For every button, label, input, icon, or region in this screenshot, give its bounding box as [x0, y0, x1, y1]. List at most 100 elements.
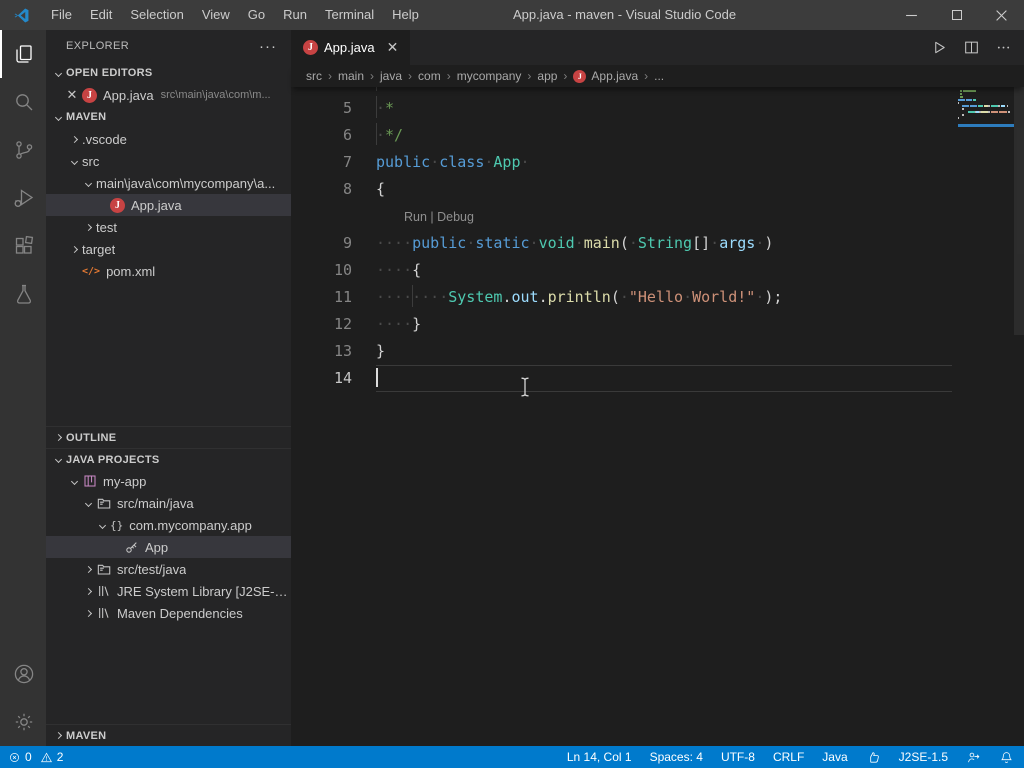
status-2[interactable]: 2	[40, 750, 64, 764]
code-line-8[interactable]: 8{	[291, 176, 1024, 203]
feedback-icon	[966, 750, 981, 765]
status-thumbsup[interactable]	[866, 750, 881, 765]
status-utf-8[interactable]: UTF-8	[721, 750, 755, 764]
maven-item-target[interactable]: target	[46, 238, 291, 260]
java-projects-header[interactable]: JAVA PROJECTS	[46, 448, 291, 470]
breadcrumb-[interactable]: ...	[654, 69, 664, 83]
close-window-button[interactable]	[979, 0, 1024, 30]
maven-item-test[interactable]: test	[46, 216, 291, 238]
outline-header[interactable]: OUTLINE	[46, 426, 291, 448]
chevron-down-icon	[55, 113, 62, 120]
code-line-12[interactable]: 12····}	[291, 311, 1024, 338]
chevron-right-icon	[84, 609, 91, 616]
java-projects-item-src-main-java[interactable]: src/main/java	[46, 492, 291, 514]
code-line-7[interactable]: 7public·class·App·	[291, 149, 1024, 176]
run-java-icon[interactable]	[926, 35, 952, 61]
status-spaces-4[interactable]: Spaces: 4	[650, 750, 703, 764]
breadcrumb-separator-icon: ›	[644, 69, 648, 83]
maven-item-vscode[interactable]: .vscode	[46, 128, 291, 150]
accounts-icon[interactable]	[0, 650, 46, 698]
line-number: 9	[291, 230, 376, 257]
breadcrumb-separator-icon: ›	[328, 69, 332, 83]
maven-panel-header[interactable]: MAVEN	[46, 724, 291, 746]
breadcrumb-app[interactable]: app	[537, 69, 557, 83]
maven-item-pom-xml[interactable]: </>pom.xml	[46, 260, 291, 282]
status-j2se-1-5[interactable]: J2SE-1.5	[899, 750, 948, 764]
minimize-button[interactable]	[889, 0, 934, 30]
sidebar-empty-space	[46, 624, 291, 724]
java-projects-item-src-test-java[interactable]: src/test/java	[46, 558, 291, 580]
code-line-content: ·*	[376, 95, 394, 122]
java-projects-item-my-app[interactable]: my-app	[46, 470, 291, 492]
more-actions-icon[interactable]	[990, 35, 1016, 61]
maven-folder-header[interactable]: MAVEN	[46, 106, 291, 128]
line-number: 7	[291, 149, 376, 176]
breadcrumb-app-java[interactable]: JApp.java	[573, 69, 638, 83]
java-file-icon: J	[82, 88, 97, 103]
status-bell[interactable]	[999, 750, 1014, 765]
menu-go[interactable]: Go	[239, 0, 274, 30]
explorer-more-actions-icon[interactable]: ···	[259, 38, 277, 55]
status-feedback[interactable]	[966, 750, 981, 765]
run-and-debug-icon[interactable]	[0, 174, 46, 222]
close-tab-icon[interactable]: ✕	[387, 39, 399, 56]
line-number: 8	[291, 176, 376, 203]
code-line-4[interactable]: 4·*·HELLO WORLD!	[291, 87, 1024, 95]
settings-icon[interactable]	[0, 698, 46, 746]
status-bar: 02 Ln 14, Col 1 Spaces: 4 UTF-8 CRLF Java J2S…	[0, 746, 1024, 768]
breadcrumb-main[interactable]: main	[338, 69, 364, 83]
status-ln-14-col-1[interactable]: Ln 14, Col 1	[567, 750, 632, 764]
java-projects-item-maven-dependencies[interactable]: Maven Dependencies	[46, 602, 291, 624]
search-icon[interactable]	[0, 78, 46, 126]
extensions-icon[interactable]	[0, 222, 46, 270]
explorer-icon[interactable]	[0, 30, 46, 78]
editor-scrollbar[interactable]	[1014, 87, 1024, 335]
breadcrumb-com[interactable]: com	[418, 69, 441, 83]
code-editor[interactable]: 4·*·HELLO WORLD!5·*6·*/7public·class·App…	[291, 87, 1024, 746]
maven-item-main-java-com-mycompany-a[interactable]: main\java\com\mycompany\a...	[46, 172, 291, 194]
menu-edit[interactable]: Edit	[81, 0, 121, 30]
java-projects-item-jre-system-library-j2se-1-5[interactable]: JRE System Library [J2SE-1.5]	[46, 580, 291, 602]
maven-item-src[interactable]: src	[46, 150, 291, 172]
code-line-11[interactable]: 11········System.out.println(·"Hello·Wor…	[291, 284, 1024, 311]
menu-help[interactable]: Help	[383, 0, 428, 30]
chevron-down-icon	[55, 456, 62, 463]
java-file-icon: J	[303, 40, 318, 55]
open-editors-header[interactable]: OPEN EDITORS	[46, 62, 291, 84]
tab-app-java[interactable]: J App.java ✕	[291, 30, 410, 65]
close-editor-icon[interactable]: ✕	[64, 87, 80, 103]
java-projects-item-com-mycompany-app[interactable]: {}com.mycompany.app	[46, 514, 291, 536]
code-line-9[interactable]: 9····public·static·void·main(·String[]·a…	[291, 230, 1024, 257]
code-line-14[interactable]: 14	[291, 365, 1024, 392]
status-crlf[interactable]: CRLF	[773, 750, 804, 764]
breadcrumb-java[interactable]: java	[380, 69, 402, 83]
minimap[interactable]	[958, 89, 1014, 127]
menu-file[interactable]: File	[42, 0, 81, 30]
menu-selection[interactable]: Selection	[121, 0, 192, 30]
maximize-button[interactable]	[934, 0, 979, 30]
code-line-13[interactable]: 13}	[291, 338, 1024, 365]
menu-run[interactable]: Run	[274, 0, 316, 30]
window-controls	[889, 0, 1024, 30]
menu-terminal[interactable]: Terminal	[316, 0, 383, 30]
chevron-right-icon	[84, 587, 91, 594]
code-line-10[interactable]: 10····{	[291, 257, 1024, 284]
sidebar-empty-space	[46, 282, 291, 426]
code-line-content: }	[376, 338, 385, 365]
codelens-run-debug[interactable]: Run | Debug	[291, 203, 1024, 230]
source-control-icon[interactable]	[0, 126, 46, 174]
open-editor-app-java[interactable]: ✕JApp.javasrc\main\java\com\m...	[46, 84, 291, 106]
testing-icon[interactable]	[0, 270, 46, 318]
java-projects-item-app[interactable]: App	[46, 536, 291, 558]
maven-item-app-java[interactable]: JApp.java	[46, 194, 291, 216]
menu-view[interactable]: View	[193, 0, 239, 30]
breadcrumb-mycompany[interactable]: mycompany	[457, 69, 522, 83]
code-line-5[interactable]: 5·*	[291, 95, 1024, 122]
split-editor-icon[interactable]	[958, 35, 984, 61]
status-java[interactable]: Java	[822, 750, 847, 764]
status-0[interactable]: 0	[8, 750, 32, 764]
activity-bar	[0, 30, 46, 746]
line-number: 11	[291, 284, 376, 311]
breadcrumb-src[interactable]: src	[306, 69, 322, 83]
code-line-6[interactable]: 6·*/	[291, 122, 1024, 149]
